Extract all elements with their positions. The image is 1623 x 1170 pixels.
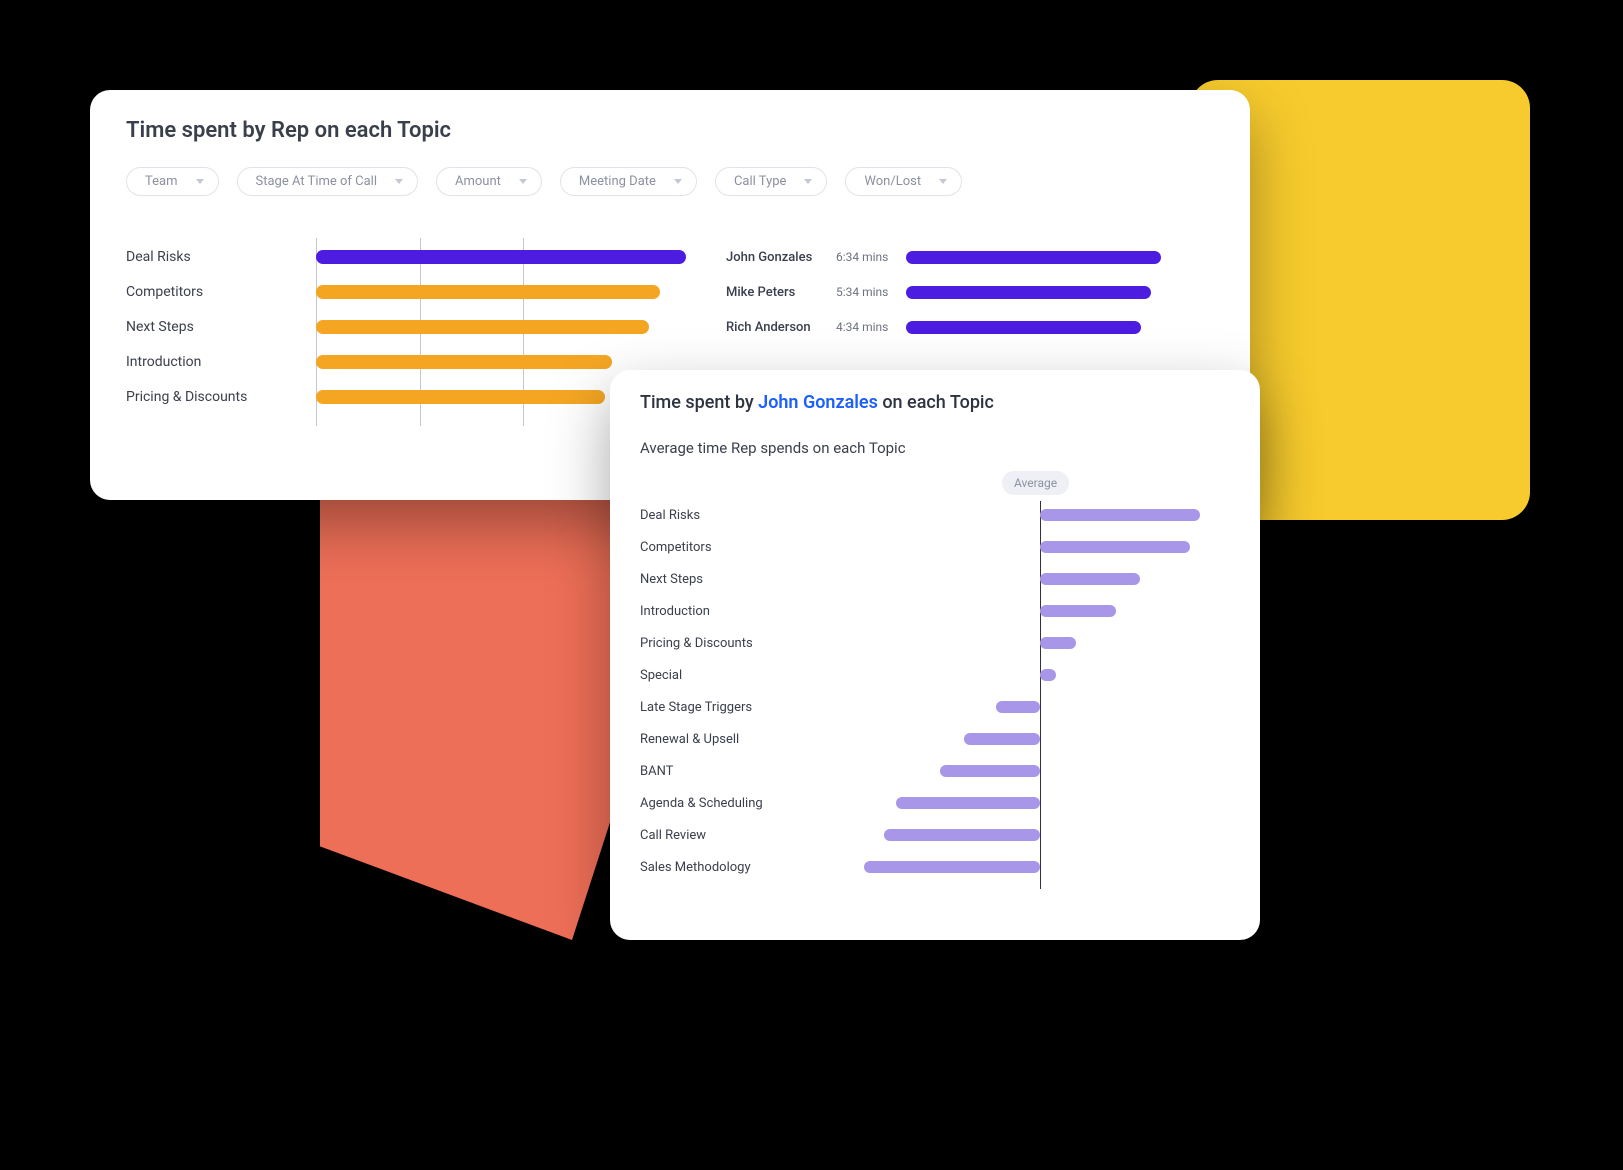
topics-chart: Deal Risks Competitors Next Steps Introduct… bbox=[126, 242, 686, 417]
filter-label: Stage At Time of Call bbox=[256, 174, 378, 189]
chevron-down-icon bbox=[804, 179, 812, 184]
topic-label: Introduction bbox=[126, 354, 316, 370]
filter-label: Meeting Date bbox=[579, 174, 656, 189]
diverge-bar bbox=[940, 765, 1040, 777]
diverge-bar bbox=[1040, 605, 1116, 617]
diverge-label: Late Stage Triggers bbox=[640, 700, 830, 715]
detail-title-prefix: Time spent by bbox=[640, 392, 758, 413]
topic-row[interactable]: Competitors bbox=[126, 277, 686, 307]
filter-amount[interactable]: Amount bbox=[436, 167, 542, 196]
rep-name: John Gonzales bbox=[726, 250, 836, 265]
diverge-row[interactable]: Deal Risks bbox=[640, 499, 1230, 531]
topic-row[interactable]: Deal Risks bbox=[126, 242, 686, 272]
rep-bar bbox=[906, 321, 1141, 334]
rep-time: 4:34 mins bbox=[836, 320, 906, 334]
average-chip: Average bbox=[1002, 471, 1069, 495]
filter-label: Amount bbox=[455, 174, 501, 189]
diverge-bar bbox=[1040, 637, 1076, 649]
rep-row[interactable]: Rich Anderson4:34 mins bbox=[726, 312, 1214, 342]
chevron-down-icon bbox=[674, 179, 682, 184]
rep-row[interactable]: Mike Peters5:34 mins bbox=[726, 277, 1214, 307]
chevron-down-icon bbox=[519, 179, 527, 184]
diverge-bar bbox=[1040, 541, 1190, 553]
diverge-row[interactable]: Sales Methodology bbox=[640, 851, 1230, 883]
diverge-row[interactable]: Agenda & Scheduling bbox=[640, 787, 1230, 819]
topic-bar bbox=[316, 355, 612, 369]
filter-label: Won/Lost bbox=[864, 174, 921, 189]
diverge-label: Special bbox=[640, 668, 830, 683]
diverge-bar bbox=[996, 701, 1040, 713]
diverge-row[interactable]: Renewal & Upsell bbox=[640, 723, 1230, 755]
topic-bar bbox=[316, 320, 649, 334]
diverge-bar bbox=[1040, 509, 1200, 521]
filter-call-type[interactable]: Call Type bbox=[715, 167, 827, 196]
diverge-bar bbox=[1040, 573, 1140, 585]
diverge-label: Pricing & Discounts bbox=[640, 636, 830, 651]
diverge-bar bbox=[1040, 669, 1056, 681]
diverging-chart: Average Deal RisksCompetitorsNext StepsI… bbox=[640, 489, 1230, 883]
topic-bar bbox=[316, 390, 605, 404]
diverge-label: Agenda & Scheduling bbox=[640, 796, 830, 811]
topic-label: Deal Risks bbox=[126, 249, 316, 265]
filter-label: Team bbox=[145, 174, 178, 189]
rep-bar bbox=[906, 251, 1161, 264]
filter-bar: Team Stage At Time of Call Amount Meetin… bbox=[126, 167, 1214, 196]
diverge-bar bbox=[964, 733, 1040, 745]
diverge-bar bbox=[884, 829, 1040, 841]
filter-team[interactable]: Team bbox=[126, 167, 219, 196]
topic-label: Pricing & Discounts bbox=[126, 389, 316, 405]
chevron-down-icon bbox=[395, 179, 403, 184]
topic-label: Next Steps bbox=[126, 319, 316, 335]
rep-name: Mike Peters bbox=[726, 285, 836, 300]
diverge-row[interactable]: BANT bbox=[640, 755, 1230, 787]
topic-bar bbox=[316, 285, 660, 299]
diverge-row[interactable]: Special bbox=[640, 659, 1230, 691]
topic-row[interactable]: Pricing & Discounts bbox=[126, 382, 686, 412]
rep-name: Rich Anderson bbox=[726, 320, 836, 335]
diverge-row[interactable]: Introduction bbox=[640, 595, 1230, 627]
detail-subtitle: Average time Rep spends on each Topic bbox=[640, 439, 1230, 457]
diverge-label: Deal Risks bbox=[640, 508, 830, 523]
topic-bar bbox=[316, 250, 686, 264]
detail-title-suffix: on each Topic bbox=[878, 392, 994, 413]
chevron-down-icon bbox=[939, 179, 947, 184]
filter-label: Call Type bbox=[734, 174, 786, 189]
diverge-bar bbox=[896, 797, 1040, 809]
filter-stage[interactable]: Stage At Time of Call bbox=[237, 167, 419, 196]
diverge-row[interactable]: Call Review bbox=[640, 819, 1230, 851]
detail-title: Time spent by John Gonzales on each Topi… bbox=[640, 392, 1230, 413]
diverge-label: Renewal & Upsell bbox=[640, 732, 830, 747]
main-title: Time spent by Rep on each Topic bbox=[126, 118, 1214, 143]
topic-row[interactable]: Next Steps bbox=[126, 312, 686, 342]
diverge-row[interactable]: Competitors bbox=[640, 531, 1230, 563]
topic-row[interactable]: Introduction bbox=[126, 347, 686, 377]
filter-won-lost[interactable]: Won/Lost bbox=[845, 167, 962, 196]
diverge-label: Introduction bbox=[640, 604, 830, 619]
rep-row[interactable]: John Gonzales6:34 mins bbox=[726, 242, 1214, 272]
detail-person: John Gonzales bbox=[758, 392, 878, 413]
diverge-label: Competitors bbox=[640, 540, 830, 555]
topic-label: Competitors bbox=[126, 284, 316, 300]
diverge-bar bbox=[864, 861, 1040, 873]
rep-time: 6:34 mins bbox=[836, 250, 906, 264]
diverge-label: Call Review bbox=[640, 828, 830, 843]
filter-meeting-date[interactable]: Meeting Date bbox=[560, 167, 697, 196]
diverge-label: Sales Methodology bbox=[640, 860, 830, 875]
card-rep-detail: Time spent by John Gonzales on each Topi… bbox=[610, 370, 1260, 940]
diverge-label: BANT bbox=[640, 764, 830, 779]
diverge-row[interactable]: Late Stage Triggers bbox=[640, 691, 1230, 723]
rep-time: 5:34 mins bbox=[836, 285, 906, 299]
chevron-down-icon bbox=[196, 179, 204, 184]
rep-bar bbox=[906, 286, 1151, 299]
diverge-label: Next Steps bbox=[640, 572, 830, 587]
diverge-row[interactable]: Next Steps bbox=[640, 563, 1230, 595]
diverge-row[interactable]: Pricing & Discounts bbox=[640, 627, 1230, 659]
